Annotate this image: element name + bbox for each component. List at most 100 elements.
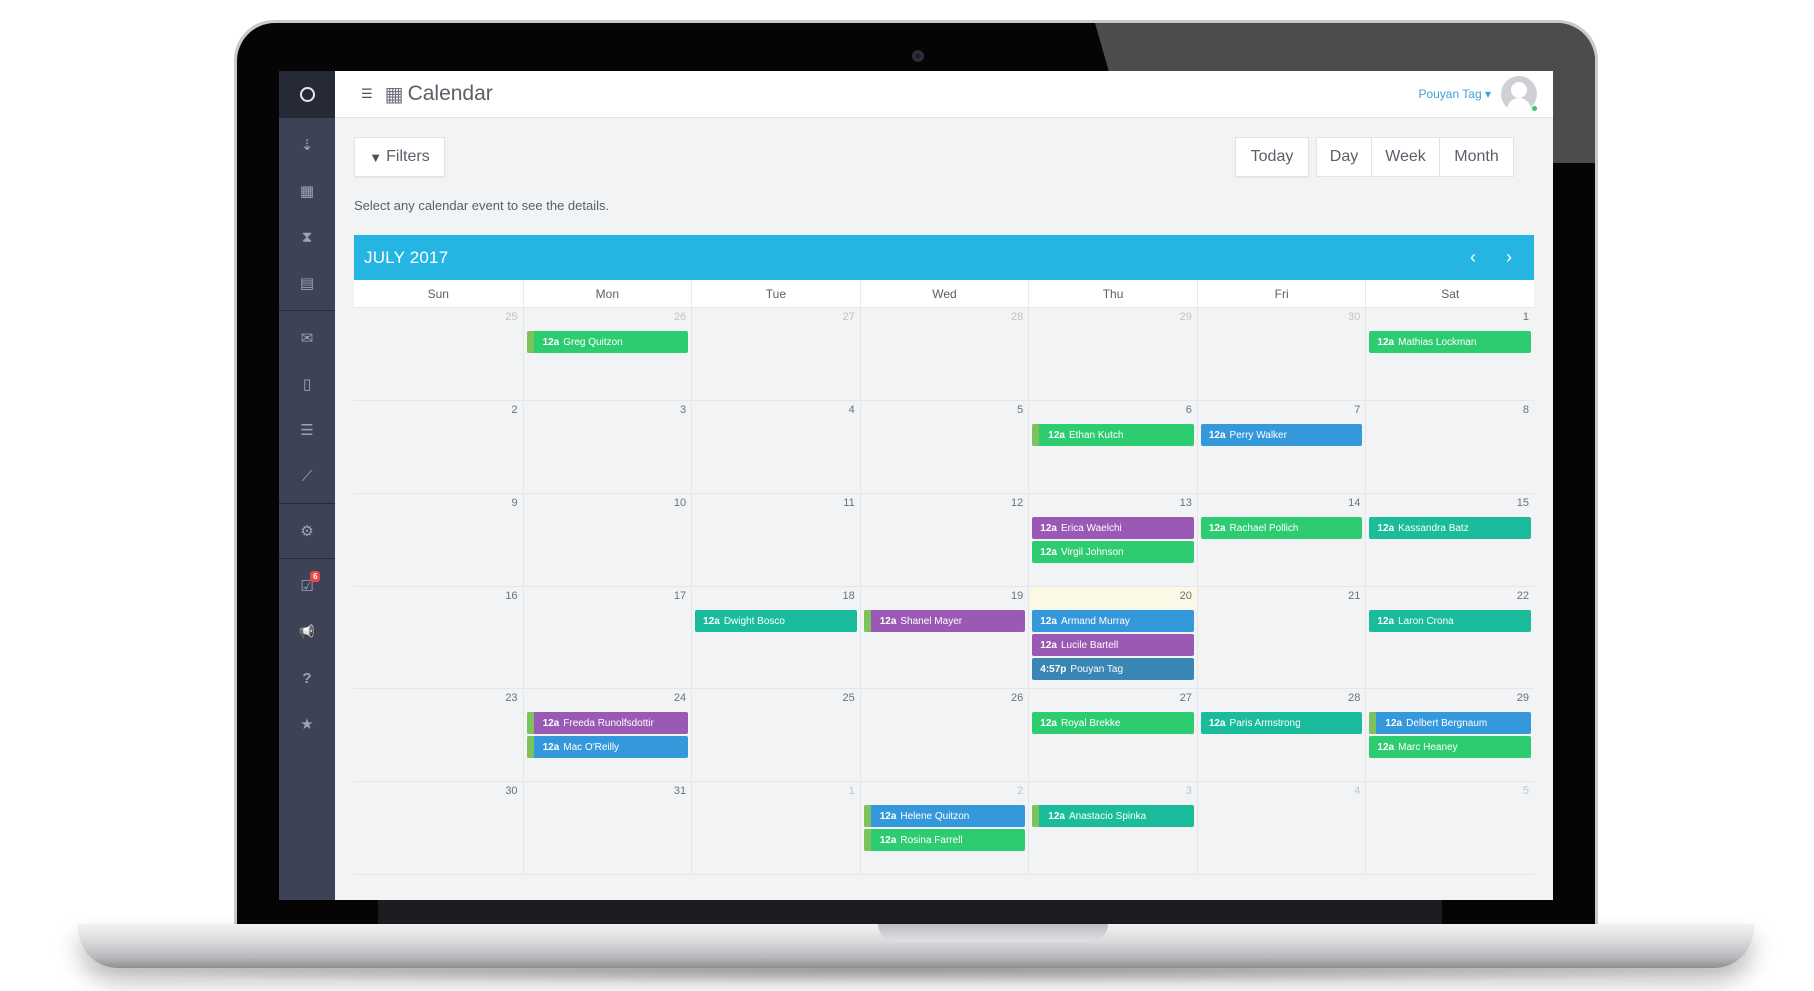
day-number: 25 bbox=[505, 311, 518, 323]
day-cell[interactable]: 8 bbox=[1365, 401, 1534, 493]
prev-month-button[interactable]: ‹ bbox=[1470, 247, 1476, 268]
calendar-event[interactable]: 12a Anastacio Spinka bbox=[1032, 805, 1194, 827]
day-cell[interactable]: 1 bbox=[691, 782, 860, 874]
sidebar-item-timer[interactable]: ⧗ bbox=[279, 214, 335, 260]
calendar-event[interactable]: 12a Rachael Pollich bbox=[1200, 517, 1363, 539]
view-month-button[interactable]: Month bbox=[1439, 137, 1514, 177]
calendar-event[interactable]: 12a Mac O'Reilly bbox=[526, 736, 689, 758]
calendar-event[interactable]: 12a Paris Armstrong bbox=[1200, 712, 1363, 734]
day-cell[interactable]: 2 bbox=[354, 401, 523, 493]
day-cell[interactable]: 29 bbox=[1028, 308, 1197, 400]
calendar-event[interactable]: 12a Virgil Johnson bbox=[1032, 541, 1194, 563]
next-month-button[interactable]: › bbox=[1506, 247, 1512, 268]
sidebar-item-favorites[interactable]: ★ bbox=[279, 701, 335, 747]
day-cell[interactable]: 4 bbox=[1196, 782, 1366, 874]
event-title: Pouyan Tag bbox=[1070, 663, 1124, 675]
calendar-event[interactable]: 12a Shanel Mayer bbox=[863, 610, 1026, 632]
day-number: 24 bbox=[673, 692, 687, 704]
day-cell[interactable]: 28 12a Paris Armstrong bbox=[1196, 689, 1366, 781]
calendar-event[interactable]: 12a Rosina Farrell bbox=[863, 829, 1026, 851]
day-cell[interactable]: 2 12a Helene Quitzon 12a Rosina Farrell bbox=[859, 782, 1029, 874]
day-cell[interactable]: 13 12a Erica Waelchi 12a Virgil Johnson bbox=[1028, 494, 1197, 586]
day-cell[interactable]: 17 bbox=[522, 587, 692, 688]
sidebar-item-contacts[interactable]: ▤ bbox=[279, 260, 335, 306]
day-cell[interactable]: 7 12a Perry Walker bbox=[1196, 401, 1366, 493]
calendar-event[interactable]: 12a Mathias Lockman bbox=[1369, 331, 1531, 353]
sidebar-item-servers[interactable]: ☰ bbox=[279, 407, 335, 453]
day-cell[interactable]: 19 12a Shanel Mayer bbox=[859, 587, 1029, 688]
day-cell[interactable]: 26 bbox=[859, 689, 1029, 781]
day-cell[interactable]: 5 bbox=[859, 401, 1029, 493]
day-cell[interactable]: 30 bbox=[354, 782, 523, 874]
event-title: Helene Quitzon bbox=[900, 810, 970, 822]
sidebar-item-settings[interactable]: ⚙ bbox=[279, 508, 335, 554]
sidebar-item-announcements[interactable]: 📢 bbox=[279, 609, 335, 655]
day-cell-today[interactable]: 20 12a Armand Murray 12a Lucile Bartell 4:57p… bbox=[1028, 587, 1197, 688]
calendar-event[interactable]: 12a Freeda Runolfsdottir bbox=[526, 712, 689, 734]
calendar-event[interactable]: 12a Perry Walker bbox=[1200, 424, 1363, 446]
day-cell[interactable]: 12 bbox=[859, 494, 1029, 586]
day-cell[interactable]: 14 12a Rachael Pollich bbox=[1196, 494, 1366, 586]
day-cell[interactable]: 5 bbox=[1365, 782, 1534, 874]
filters-button[interactable]: ▼ Filters bbox=[354, 137, 445, 177]
calendar-event[interactable]: 12a Armand Murray bbox=[1032, 610, 1194, 632]
sidebar-item-help[interactable]: ? bbox=[279, 655, 335, 701]
day-cell[interactable]: 22 12a Laron Crona bbox=[1365, 587, 1534, 688]
day-number: 15 bbox=[1516, 497, 1529, 509]
event-time: 12a bbox=[1048, 810, 1065, 822]
day-cell[interactable]: 4 bbox=[691, 401, 860, 493]
day-cell[interactable]: 29 12a Delbert Bergnaum 12a Marc Heaney bbox=[1365, 689, 1534, 781]
view-day-button[interactable]: Day bbox=[1316, 137, 1372, 177]
calendar-event[interactable]: 12a Ethan Kutch bbox=[1032, 424, 1194, 446]
week-row: 2 3 4 5 6 12a Ethan Kutch 7 12a Perry Walker 8 bbox=[354, 400, 1534, 493]
day-cell[interactable]: 9 bbox=[354, 494, 523, 586]
sidebar-item-sort[interactable]: ⇣ bbox=[279, 122, 335, 168]
user-name[interactable]: Pouyan Tag ▾ bbox=[1418, 87, 1491, 101]
day-cell[interactable]: 15 12a Kassandra Batz bbox=[1365, 494, 1534, 586]
event-title: Perry Walker bbox=[1229, 429, 1287, 441]
day-cell[interactable]: 26 12a Greg Quitzon bbox=[522, 308, 692, 400]
day-cell[interactable]: 11 bbox=[691, 494, 860, 586]
sidebar-item-calendar[interactable]: ▦ bbox=[279, 168, 335, 214]
day-cell[interactable]: 31 bbox=[522, 782, 692, 874]
calendar-event[interactable]: 12a Marc Heaney bbox=[1369, 736, 1531, 758]
calendar-event[interactable]: 12a Greg Quitzon bbox=[526, 331, 689, 353]
user-menu[interactable]: Pouyan Tag ▾ bbox=[1418, 76, 1538, 112]
calendar-event[interactable]: 12a Royal Brekke bbox=[1032, 712, 1194, 734]
calendar-event[interactable]: 12a Delbert Bergnaum bbox=[1369, 712, 1531, 734]
view-week-button[interactable]: Week bbox=[1371, 137, 1440, 177]
event-title: Mac O'Reilly bbox=[563, 741, 620, 753]
calendar-event[interactable]: 12a Erica Waelchi bbox=[1032, 517, 1194, 539]
calendar-event[interactable]: 12a Kassandra Batz bbox=[1369, 517, 1531, 539]
calendar-event[interactable]: 12a Laron Crona bbox=[1369, 610, 1531, 632]
day-cell[interactable]: 23 bbox=[354, 689, 523, 781]
day-cell[interactable]: 24 12a Freeda Runolfsdottir 12a Mac O'Reilly bbox=[522, 689, 692, 781]
sidebar-item-mail[interactable]: ✉ bbox=[279, 315, 335, 361]
calendar-event[interactable]: 12a Dwight Bosco bbox=[695, 610, 857, 632]
sidebar-item-mobile[interactable]: ▯ bbox=[279, 361, 335, 407]
day-cell[interactable]: 18 12a Dwight Bosco bbox=[691, 587, 860, 688]
day-cell[interactable]: 27 12a Royal Brekke bbox=[1028, 689, 1197, 781]
day-cell[interactable]: 3 12a Anastacio Spinka bbox=[1028, 782, 1197, 874]
calendar-event[interactable]: 12a Lucile Bartell bbox=[1032, 634, 1194, 656]
calendar-event[interactable]: 12a Helene Quitzon bbox=[863, 805, 1026, 827]
day-cell[interactable]: 3 bbox=[522, 401, 692, 493]
day-cell[interactable]: 1 12a Mathias Lockman bbox=[1365, 308, 1534, 400]
day-cell[interactable]: 25 bbox=[691, 689, 860, 781]
day-cell[interactable]: 25 bbox=[354, 308, 523, 400]
menu-toggle-icon[interactable]: ☰ bbox=[361, 86, 373, 102]
day-cell[interactable]: 21 bbox=[1196, 587, 1366, 688]
day-cell[interactable]: 16 bbox=[354, 587, 523, 688]
sidebar-item-tasks[interactable]: ☑ 6 bbox=[279, 563, 335, 609]
day-number: 2 bbox=[511, 404, 518, 416]
sidebar-logo[interactable] bbox=[279, 71, 335, 118]
calendar-event[interactable]: 4:57p Pouyan Tag bbox=[1032, 658, 1194, 680]
day-cell[interactable]: 10 bbox=[522, 494, 692, 586]
day-cell[interactable]: 27 bbox=[691, 308, 860, 400]
day-cell[interactable]: 30 bbox=[1196, 308, 1366, 400]
day-cell[interactable]: 28 bbox=[859, 308, 1029, 400]
sidebar-item-reports[interactable]: ⟋ bbox=[279, 453, 335, 499]
filter-icon: ▼ bbox=[369, 149, 383, 165]
day-cell[interactable]: 6 12a Ethan Kutch bbox=[1028, 401, 1197, 493]
today-button[interactable]: Today bbox=[1235, 137, 1309, 177]
